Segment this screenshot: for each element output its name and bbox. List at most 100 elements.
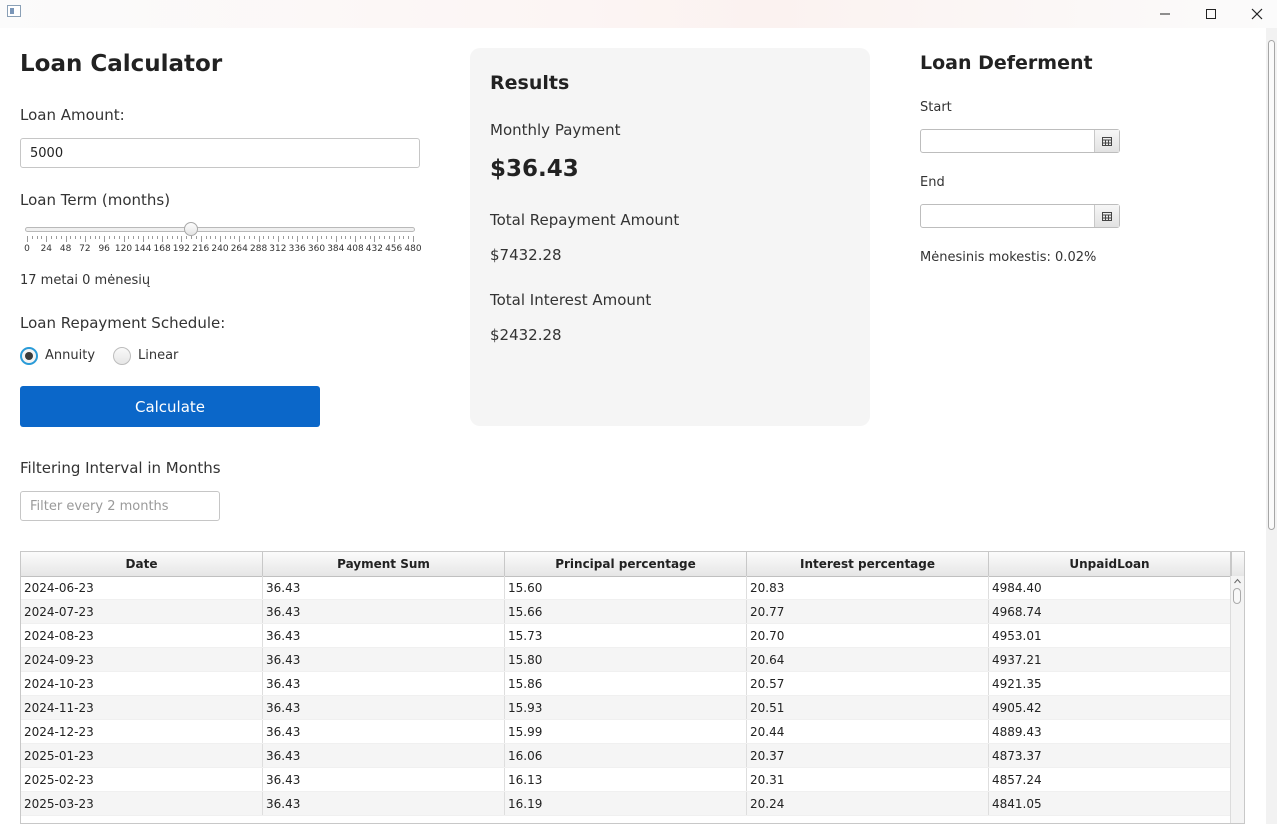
slider-minor-tick — [109, 236, 111, 239]
column-header-payment-sum[interactable]: Payment Sum — [263, 552, 505, 576]
slider-minor-tick — [248, 236, 250, 239]
slider-minor-tick — [41, 236, 43, 239]
table-cell: 4905.42 — [989, 696, 1231, 719]
table-cell: 15.93 — [505, 696, 747, 719]
slider-major-tick — [355, 236, 357, 242]
slider-major-tick — [65, 236, 67, 242]
start-date-picker[interactable] — [920, 129, 1120, 153]
table-cell: 2024-09-23 — [21, 648, 263, 671]
slider-minor-tick — [345, 236, 347, 239]
table-scroll-thumb[interactable] — [1233, 588, 1241, 604]
table-cell: 15.66 — [505, 600, 747, 623]
slider-thumb[interactable] — [184, 222, 199, 236]
table-row[interactable]: 2024-08-23 36.43 15.73 20.70 4953.01 — [21, 624, 1231, 648]
slider-tick-label: 144 — [134, 244, 152, 254]
slider-track[interactable] — [25, 227, 415, 232]
slider-major-tick — [393, 236, 395, 242]
total-repayment-label: Total Repayment Amount — [490, 211, 680, 229]
column-header-unpaid-loan[interactable]: UnpaidLoan — [989, 552, 1231, 576]
slider-major-tick — [200, 236, 202, 242]
slider-minor-tick — [191, 236, 193, 239]
page-scrollbar[interactable] — [1266, 28, 1277, 824]
annuity-label[interactable]: Annuity — [45, 348, 95, 363]
minimize-button[interactable] — [1142, 0, 1188, 28]
slider-minor-tick — [364, 236, 366, 239]
table-cell: 2024-08-23 — [21, 624, 263, 647]
table-row[interactable]: 2025-03-23 36.43 16.19 20.24 4841.05 — [21, 792, 1231, 816]
close-icon — [1251, 8, 1263, 20]
slider-minor-tick — [147, 236, 149, 239]
table-cell: 4968.74 — [989, 600, 1231, 623]
slider-minor-tick — [94, 236, 96, 239]
slider-minor-tick — [302, 236, 304, 239]
slider-minor-tick — [326, 236, 328, 239]
slider-minor-tick — [186, 236, 188, 239]
slider-major-tick — [316, 236, 318, 242]
slider-minor-tick — [36, 236, 38, 239]
table-cell: 4857.24 — [989, 768, 1231, 791]
slider-tick-label: 480 — [404, 244, 422, 254]
table-row[interactable]: 2024-12-23 36.43 15.99 20.44 4889.43 — [21, 720, 1231, 744]
filter-input[interactable] — [20, 491, 220, 521]
start-calendar-button[interactable] — [1094, 130, 1119, 152]
slider-minor-tick — [55, 236, 57, 239]
slider-minor-tick — [51, 236, 53, 239]
column-header-interest[interactable]: Interest percentage — [747, 552, 989, 576]
start-label: Start — [920, 100, 952, 115]
slider-minor-tick — [306, 236, 308, 239]
slider-tick-label: 264 — [230, 244, 248, 254]
table-row[interactable]: 2025-02-23 36.43 16.13 20.31 4857.24 — [21, 768, 1231, 792]
table-cell: 36.43 — [263, 648, 505, 671]
maximize-button[interactable] — [1188, 0, 1234, 28]
schedule-label: Loan Repayment Schedule: — [20, 314, 226, 332]
scroll-up-icon[interactable] — [1231, 576, 1244, 586]
table-row[interactable]: 2024-11-23 36.43 15.93 20.51 4905.42 — [21, 696, 1231, 720]
slider-minor-tick — [340, 236, 342, 239]
page-scroll-thumb[interactable] — [1268, 40, 1275, 530]
page-title: Loan Calculator — [20, 51, 223, 77]
end-calendar-button[interactable] — [1094, 205, 1119, 227]
slider-tick-label: 240 — [211, 244, 229, 254]
table-row[interactable]: 2025-01-23 36.43 16.06 20.37 4873.37 — [21, 744, 1231, 768]
table-row[interactable]: 2024-07-23 36.43 15.66 20.77 4968.74 — [21, 600, 1231, 624]
end-date-picker[interactable] — [920, 204, 1120, 228]
table-row[interactable]: 2024-09-23 36.43 15.80 20.64 4937.21 — [21, 648, 1231, 672]
table-cell: 36.43 — [263, 600, 505, 623]
table-row[interactable]: 2024-06-23 36.43 15.60 20.83 4984.40 — [21, 576, 1231, 600]
slider-tick-label: 384 — [327, 244, 345, 254]
column-header-date[interactable]: Date — [21, 552, 263, 576]
slider-minor-tick — [215, 236, 217, 239]
slider-minor-tick — [210, 236, 212, 239]
table-cell: 4984.40 — [989, 576, 1231, 599]
slider-major-tick — [104, 236, 106, 242]
slider-major-tick — [46, 236, 48, 242]
slider-minor-tick — [388, 236, 390, 239]
calculate-button[interactable]: Calculate — [20, 386, 320, 427]
slider-minor-tick — [379, 236, 381, 239]
table-cell: 4937.21 — [989, 648, 1231, 671]
column-header-principal[interactable]: Principal percentage — [505, 552, 747, 576]
slider-tick-label: 408 — [346, 244, 364, 254]
slider-major-tick — [123, 236, 125, 242]
table-cell: 20.24 — [747, 792, 989, 815]
table-cell: 20.64 — [747, 648, 989, 671]
slider-minor-tick — [359, 236, 361, 239]
slider-major-tick — [162, 236, 164, 242]
slider-minor-tick — [99, 236, 101, 239]
annuity-radio[interactable] — [20, 347, 38, 365]
loan-amount-input[interactable] — [20, 138, 420, 168]
slider-major-tick — [277, 236, 279, 242]
table-scrollbar[interactable] — [1230, 576, 1244, 823]
linear-label[interactable]: Linear — [138, 348, 178, 363]
close-button[interactable] — [1234, 0, 1277, 28]
slider-minor-tick — [398, 236, 400, 239]
slider-minor-tick — [273, 236, 275, 239]
table-row[interactable]: 2024-10-23 36.43 15.86 20.57 4921.35 — [21, 672, 1231, 696]
slider-tick-label: 456 — [385, 244, 403, 254]
slider-minor-tick — [152, 236, 154, 239]
slider-major-tick — [142, 236, 144, 242]
linear-radio[interactable] — [113, 347, 131, 365]
slider-minor-tick — [137, 236, 139, 239]
table-header: Date Payment Sum Principal percentage In… — [21, 552, 1231, 577]
table-cell: 20.57 — [747, 672, 989, 695]
